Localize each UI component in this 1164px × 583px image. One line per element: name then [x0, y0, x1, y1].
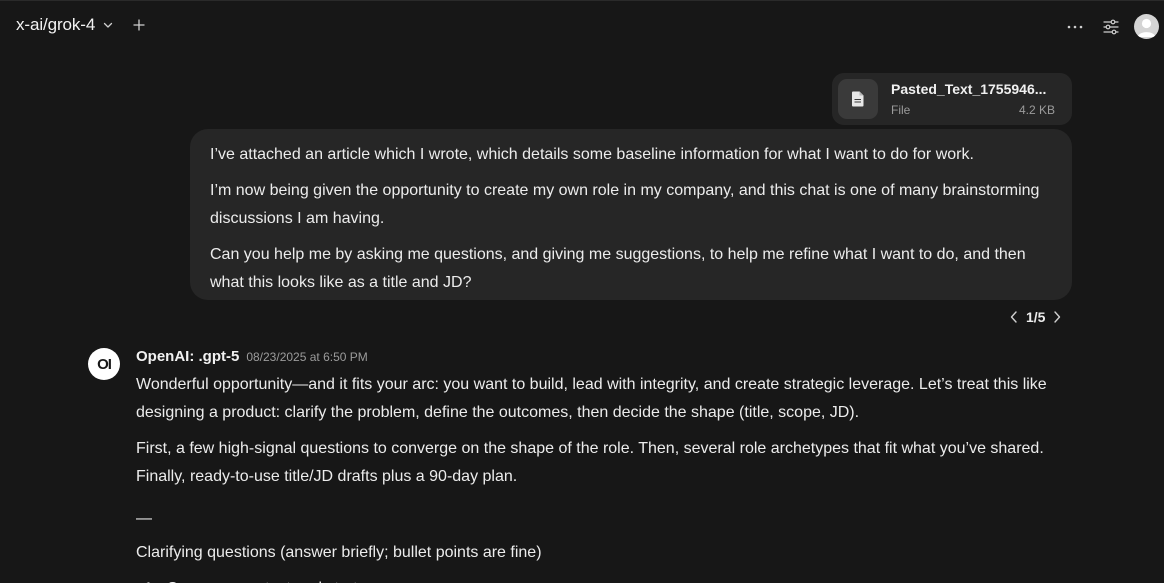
chevron-right-icon[interactable]: [1051, 310, 1063, 324]
message-timestamp: 08/23/2025 at 6:50 PM: [246, 350, 368, 364]
chevron-down-icon: [104, 22, 113, 28]
chat-controls-button[interactable]: [1102, 18, 1120, 36]
assistant-name: OpenAI: .gpt-5: [136, 348, 240, 365]
assistant-paragraph: First, a few high-signal questions to co…: [136, 440, 1044, 485]
attachment-chip[interactable]: Pasted_Text_1755946... File 4.2 KB: [832, 73, 1072, 125]
question-list: 1. Company context and strategy: [144, 575, 1076, 583]
model-selector[interactable]: x-ai/grok-4: [16, 15, 113, 35]
divider-text: —: [136, 510, 152, 527]
list-item-number: 1.: [144, 575, 157, 583]
attachment-type: File: [891, 103, 911, 117]
user-avatar[interactable]: [1134, 14, 1159, 39]
top-bar: x-ai/grok-4: [0, 1, 1164, 53]
more-options-button[interactable]: [1066, 19, 1084, 35]
assistant-avatar: OI: [88, 348, 120, 380]
attachment-name: Pasted_Text_1755946...: [891, 81, 1047, 97]
section-heading: Clarifying questions (answer briefly; bu…: [136, 544, 542, 561]
user-avatar-icon: [1137, 18, 1156, 37]
sliders-icon: [1103, 19, 1119, 35]
document-icon: [838, 79, 878, 119]
plus-icon: [133, 19, 145, 31]
message-version-pager: 1/5: [1008, 309, 1063, 325]
user-message-paragraph: I’ve attached an article which I wrote, …: [210, 146, 974, 163]
list-item-text: Company context and strategy: [166, 575, 383, 583]
assistant-avatar-label: OI: [97, 355, 112, 373]
list-item: 1. Company context and strategy: [144, 575, 1076, 583]
user-message-paragraph: Can you help me by asking me questions, …: [210, 246, 1026, 291]
assistant-paragraph: Wonderful opportunity—and it fits your a…: [136, 376, 1047, 421]
attachment-size: 4.2 KB: [1018, 103, 1055, 117]
model-name: x-ai/grok-4: [16, 15, 96, 34]
user-message-bubble: I’ve attached an article which I wrote, …: [190, 129, 1072, 300]
new-chat-button[interactable]: [132, 15, 146, 35]
chevron-left-icon[interactable]: [1008, 310, 1020, 324]
assistant-message-body: Wonderful opportunity—and it fits your a…: [136, 371, 1076, 583]
assistant-header: OpenAI: .gpt-5 08/23/2025 at 6:50 PM: [136, 348, 368, 365]
pager-count: 1/5: [1026, 309, 1046, 325]
chat-app: x-ai/grok-4 Pasted_Text_1755946... File …: [0, 0, 1164, 583]
ellipsis-icon: [1067, 25, 1083, 29]
user-message-paragraph: I’m now being given the opportunity to c…: [210, 182, 1040, 227]
